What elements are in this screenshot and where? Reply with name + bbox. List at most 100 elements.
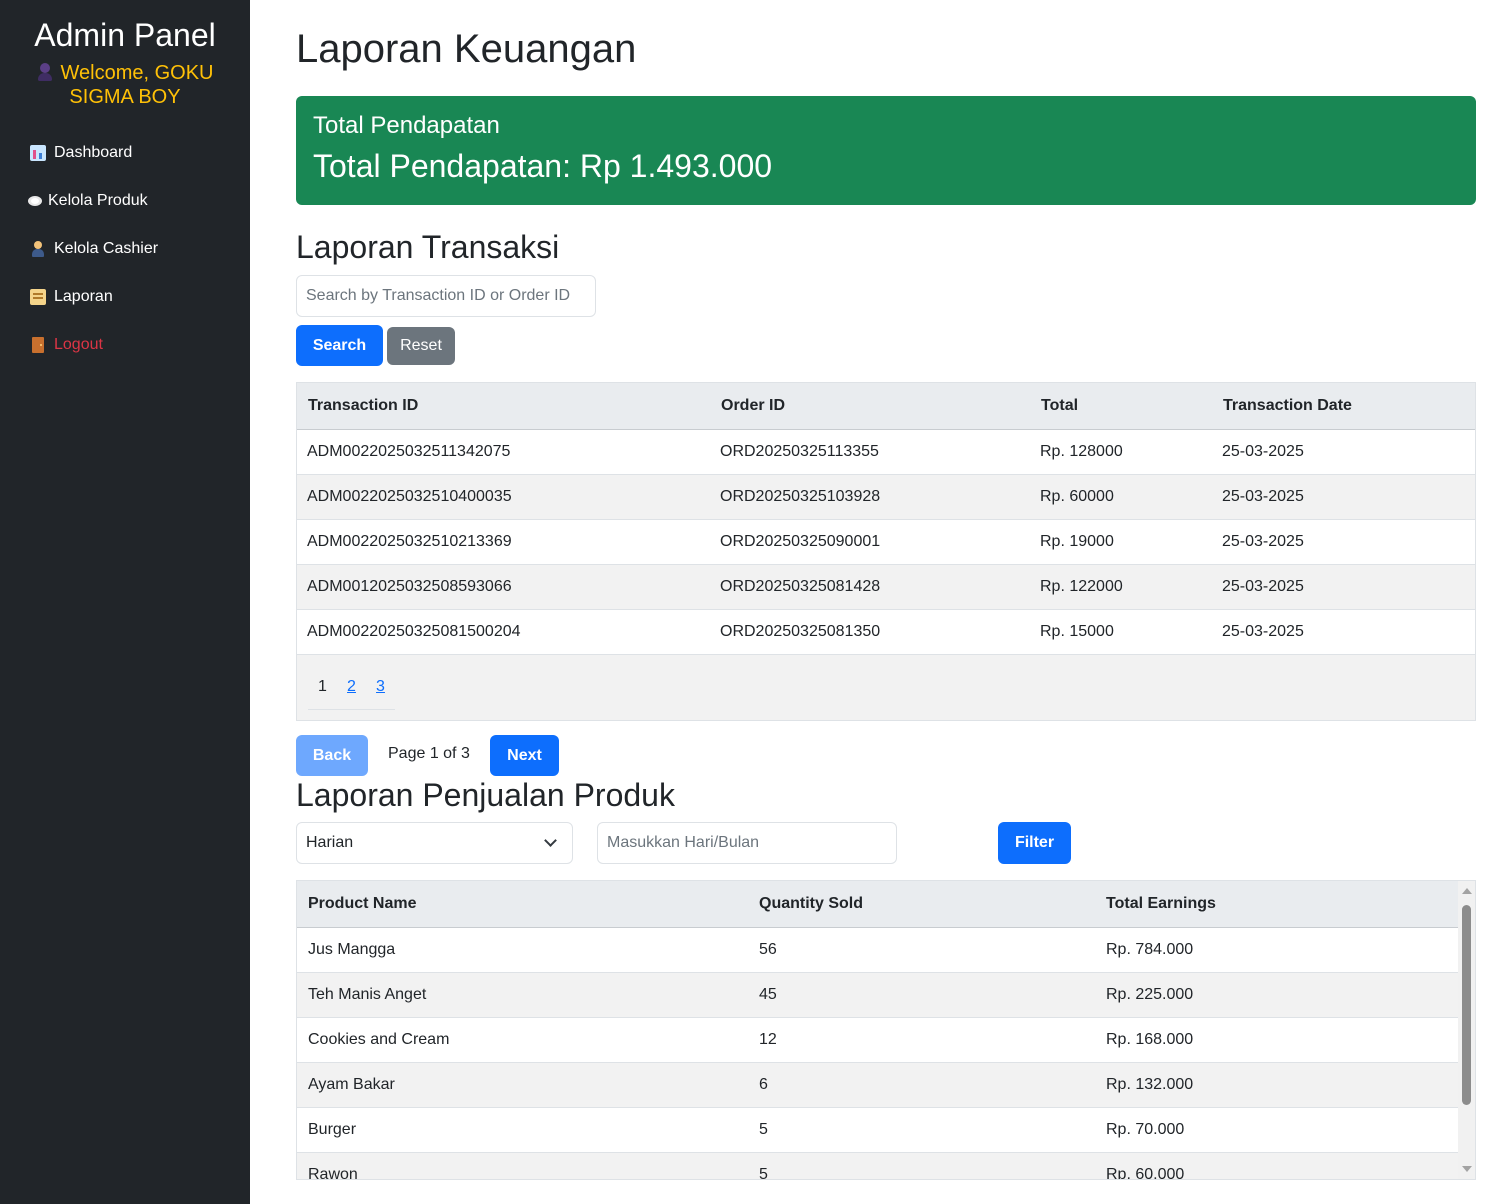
- transaction-search-input[interactable]: Search by Transaction ID or Order ID: [296, 275, 596, 317]
- quantity-cell: 5: [748, 1152, 1095, 1179]
- pagination: 1 2 3: [308, 675, 395, 710]
- back-button[interactable]: Back: [296, 735, 368, 776]
- product-name-cell: Ayam Bakar: [297, 1062, 748, 1108]
- transactions-title: Laporan Transaksi: [296, 229, 560, 265]
- date-cell: 25-03-2025: [1212, 519, 1475, 565]
- table-row: ADM0022025032511342075 ORD20250325113355…: [297, 429, 1475, 475]
- quantity-cell: 56: [748, 927, 1095, 973]
- welcome-line-2: SIGMA BOY: [69, 86, 181, 108]
- ninja-icon: [37, 63, 53, 81]
- scrollbar-thumb[interactable]: [1462, 905, 1471, 1105]
- table-row: Jus Mangga 56 Rp. 784.000: [297, 927, 1460, 973]
- filter-button[interactable]: Filter: [998, 822, 1071, 864]
- total-cell: Rp. 128000: [1030, 429, 1212, 475]
- page-link[interactable]: 3: [376, 678, 385, 695]
- person-icon: [30, 241, 46, 257]
- transaction-id-cell: ADM0022025032510400035: [297, 474, 710, 520]
- earnings-cell: Rp. 70.000: [1095, 1107, 1460, 1153]
- sidebar-item-logout[interactable]: Logout: [0, 321, 250, 369]
- card-title: Total Pendapatan: [313, 112, 500, 139]
- chevron-down-icon: [544, 834, 557, 847]
- product-sales-table[interactable]: Product Name Quantity Sold Total Earning…: [296, 880, 1476, 1180]
- sidebar-item-label: Logout: [54, 336, 103, 353]
- sidebar-item-label: Laporan: [54, 288, 113, 305]
- total-cell: Rp. 60000: [1030, 474, 1212, 520]
- order-id-cell: ORD20250325113355: [710, 429, 1030, 475]
- search-button[interactable]: Search: [296, 325, 383, 366]
- product-name-cell: Teh Manis Anget: [297, 972, 748, 1018]
- table-row: ADM0022025032510400035 ORD20250325103928…: [297, 474, 1475, 520]
- column-header: Quantity Sold: [748, 881, 1095, 928]
- product-name-cell: Jus Mangga: [297, 927, 748, 973]
- sidebar-item-kelola-cashier[interactable]: Kelola Cashier: [0, 225, 250, 273]
- vertical-scrollbar[interactable]: [1458, 881, 1475, 1179]
- sidebar-item-dashboard[interactable]: Dashboard: [0, 129, 250, 177]
- period-select-value: Harian: [306, 834, 354, 851]
- scroll-down-arrow-icon[interactable]: [1462, 1166, 1472, 1172]
- welcome-message: Welcome, GOKU SIGMA BOY: [0, 61, 250, 109]
- order-id-cell: ORD20250325081350: [710, 609, 1030, 655]
- date-cell: 25-03-2025: [1212, 429, 1475, 475]
- total-cell: Rp. 122000: [1030, 564, 1212, 610]
- page-title: Laporan Keuangan: [296, 27, 637, 71]
- table-row: Burger 5 Rp. 70.000: [297, 1107, 1460, 1153]
- order-id-cell: ORD20250325090001: [710, 519, 1030, 565]
- product-name-cell: Rawon: [297, 1152, 748, 1179]
- date-cell: 25-03-2025: [1212, 474, 1475, 520]
- earnings-cell: Rp. 132.000: [1095, 1062, 1460, 1108]
- date-cell: 25-03-2025: [1212, 564, 1475, 610]
- page-info: Page 1 of 3: [388, 745, 470, 762]
- table-header-row: Product Name Quantity Sold Total Earning…: [297, 881, 1460, 928]
- column-header: Transaction ID: [297, 383, 710, 430]
- sidebar-item-label: Kelola Cashier: [54, 240, 159, 257]
- earnings-cell: Rp. 168.000: [1095, 1017, 1460, 1063]
- column-header: Product Name: [297, 881, 748, 928]
- sidebar: Admin Panel Welcome, GOKU SIGMA BOY Dash…: [0, 0, 250, 1204]
- scroll-icon: [30, 289, 46, 305]
- order-id-cell: ORD20250325081428: [710, 564, 1030, 610]
- transaction-id-cell: ADM0022025032511342075: [297, 429, 710, 475]
- table-row: ADM0012025032508593066 ORD20250325081428…: [297, 564, 1475, 610]
- column-header: Transaction Date: [1212, 383, 1475, 430]
- sidebar-item-kelola-produk[interactable]: Kelola Produk: [0, 177, 250, 225]
- total-cell: Rp. 15000: [1030, 609, 1212, 655]
- sidebar-item-laporan[interactable]: Laporan: [0, 273, 250, 321]
- period-select[interactable]: Harian: [296, 822, 573, 864]
- transaction-id-cell: ADM0022025032510213369: [297, 519, 710, 565]
- next-button[interactable]: Next: [490, 735, 559, 776]
- bar-chart-icon: [30, 145, 46, 161]
- table-row: Ayam Bakar 6 Rp. 132.000: [297, 1062, 1460, 1108]
- scroll-up-arrow-icon[interactable]: [1462, 888, 1472, 894]
- reset-button[interactable]: Reset: [387, 327, 455, 365]
- column-header: Total Earnings: [1095, 881, 1460, 928]
- table-row: Teh Manis Anget 45 Rp. 225.000: [297, 972, 1460, 1018]
- sidebar-title: Admin Panel: [34, 17, 216, 53]
- table-row: Cookies and Cream 12 Rp. 168.000: [297, 1017, 1460, 1063]
- quantity-cell: 5: [748, 1107, 1095, 1153]
- product-name-cell: Burger: [297, 1107, 748, 1153]
- total-revenue-card: Total Pendapatan Total Pendapatan: Rp 1.…: [296, 96, 1476, 205]
- total-cell: Rp. 19000: [1030, 519, 1212, 565]
- product-sales-title: Laporan Penjualan Produk: [296, 777, 675, 813]
- welcome-line-1: Welcome, GOKU: [60, 62, 214, 84]
- door-icon: [32, 337, 44, 353]
- transactions-table: Transaction ID Order ID Total Transactio…: [296, 382, 1476, 721]
- table-header-row: Transaction ID Order ID Total Transactio…: [297, 383, 1475, 430]
- table-row: Rawon 5 Rp. 60.000: [297, 1152, 1460, 1179]
- quantity-cell: 45: [748, 972, 1095, 1018]
- quantity-cell: 12: [748, 1017, 1095, 1063]
- product-name-cell: Cookies and Cream: [297, 1017, 748, 1063]
- quantity-cell: 6: [748, 1062, 1095, 1108]
- earnings-cell: Rp. 60.000: [1095, 1152, 1460, 1179]
- earnings-cell: Rp. 784.000: [1095, 927, 1460, 973]
- date-cell: 25-03-2025: [1212, 609, 1475, 655]
- page-link[interactable]: 2: [347, 678, 356, 695]
- sidebar-item-label: Kelola Produk: [48, 192, 148, 209]
- table-row: ADM0022025032510213369 ORD20250325090001…: [297, 519, 1475, 565]
- pagination-row: 1 2 3: [297, 654, 1475, 720]
- date-input[interactable]: Masukkan Hari/Bulan: [597, 822, 897, 864]
- sidebar-item-label: Dashboard: [54, 144, 133, 161]
- column-header: Order ID: [710, 383, 1030, 430]
- page-link-current: 1: [318, 677, 327, 695]
- order-id-cell: ORD20250325103928: [710, 474, 1030, 520]
